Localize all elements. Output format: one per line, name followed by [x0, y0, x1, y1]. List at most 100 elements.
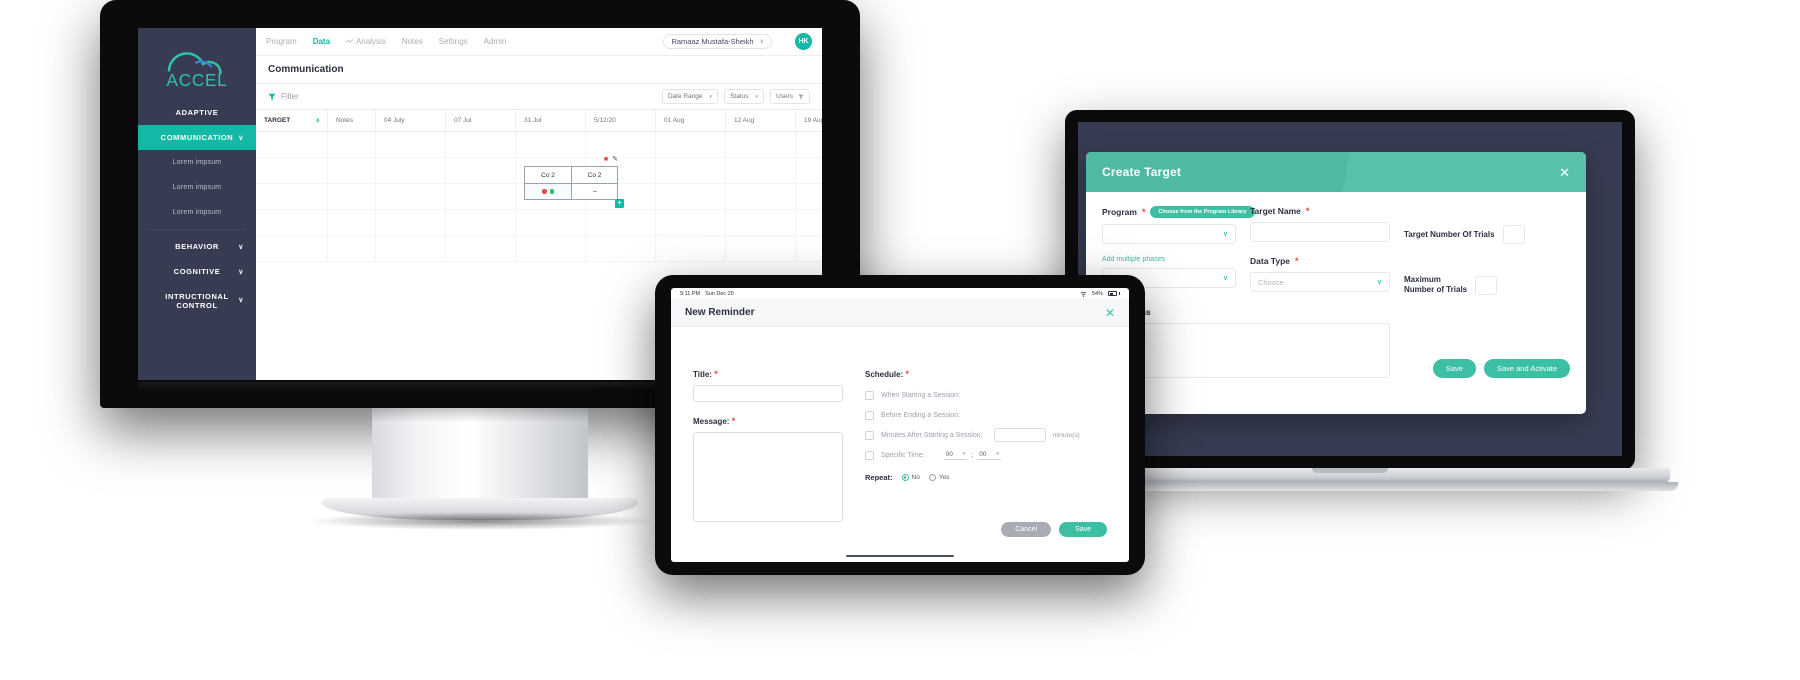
home-indicator[interactable]	[846, 554, 954, 557]
table-cell[interactable]	[376, 184, 446, 209]
save-and-activate-button[interactable]: Save and Activate	[1483, 359, 1570, 378]
column-header-date-2[interactable]: 07 Jul	[446, 110, 516, 131]
sidebar-item-adaptive[interactable]: ADAPTIVE	[138, 100, 256, 125]
schedule-option-specific-time[interactable]: Specific Time: 00 ▾ : 00 ▾	[865, 445, 1107, 465]
table-cell[interactable]	[446, 184, 516, 209]
sidebar-subitem-2[interactable]: Lorem impsum	[138, 175, 256, 200]
table-cell[interactable]	[586, 210, 656, 235]
sidebar-item-cognitive[interactable]: COGNITIVE ∨	[138, 259, 256, 284]
max-trials-input[interactable]	[1475, 275, 1498, 295]
column-header-date-3[interactable]: 31 Jul	[516, 110, 586, 131]
sidebar-subitem-3[interactable]: Lorem impsum	[138, 200, 256, 225]
table-cell[interactable]	[516, 210, 586, 235]
user-menu[interactable]: Ramaaz Mustafa-Sheikh ∨	[663, 34, 772, 49]
table-cell[interactable]	[516, 132, 586, 157]
save-button[interactable]: Save	[1432, 359, 1476, 378]
table-cell[interactable]	[328, 184, 376, 209]
checkbox[interactable]	[865, 430, 874, 440]
table-cell[interactable]	[726, 158, 796, 183]
table-cell[interactable]	[328, 158, 376, 183]
nav-item-data[interactable]: Data	[313, 37, 330, 46]
table-row[interactable]	[256, 236, 822, 262]
nav-item-admin[interactable]: Admin	[484, 37, 507, 46]
table-cell[interactable]	[656, 236, 726, 261]
table-cell[interactable]	[516, 236, 586, 261]
table-cell[interactable]	[726, 236, 796, 261]
sidebar-item-communication[interactable]: COMMUNICATION ∨	[138, 125, 256, 150]
schedule-option-before-ending[interactable]: Before Ending a Session:	[865, 405, 1107, 425]
minutes-input[interactable]	[993, 428, 1046, 442]
selected-cell-group[interactable]: ■ ✎ Co 2 Co 2 +	[524, 156, 624, 208]
table-cell[interactable]	[256, 132, 328, 157]
nav-item-notes[interactable]: Notes	[402, 37, 423, 46]
users-dropdown[interactable]: Users	[770, 89, 810, 104]
table-cell[interactable]	[376, 158, 446, 183]
table-cell[interactable]	[446, 158, 516, 183]
table-cell[interactable]	[256, 158, 328, 183]
checkbox[interactable]	[865, 410, 874, 420]
column-header-notes[interactable]: Notes	[328, 110, 376, 131]
table-cell[interactable]	[376, 210, 446, 235]
table-cell[interactable]	[256, 210, 328, 235]
column-header-date-7[interactable]: 19 Aug	[796, 110, 822, 131]
add-cell-button[interactable]: +	[615, 199, 624, 208]
radio-button[interactable]	[901, 474, 909, 481]
table-cell[interactable]	[726, 184, 796, 209]
add-multiple-phases-link[interactable]: Add multiple phases	[1102, 256, 1236, 263]
table-cell[interactable]	[446, 210, 516, 235]
nav-item-settings[interactable]: Settings	[439, 37, 468, 46]
title-input[interactable]	[693, 385, 843, 402]
save-button[interactable]: Save	[1059, 522, 1107, 537]
target-trials-input[interactable]	[1502, 225, 1525, 244]
table-cell[interactable]	[376, 236, 446, 261]
table-row[interactable]	[256, 132, 822, 158]
column-header-target[interactable]: TARGET ∧	[256, 110, 328, 131]
minute-select[interactable]: 00 ▾	[977, 451, 1002, 460]
column-header-date-6[interactable]: 12 Aug	[726, 110, 796, 131]
sidebar-subitem-1[interactable]: Lorem impsum	[138, 150, 256, 175]
nav-item-analysis[interactable]: Analysis	[346, 37, 386, 46]
close-icon[interactable]: ✕	[1105, 307, 1115, 319]
table-row[interactable]	[256, 210, 822, 236]
filter-toggle[interactable]: Filter	[268, 92, 299, 101]
table-cell[interactable]	[656, 132, 726, 157]
table-cell[interactable]	[328, 210, 376, 235]
choose-program-library-button[interactable]: Choose from the Program Library	[1150, 206, 1255, 218]
table-cell[interactable]	[726, 132, 796, 157]
target-name-input[interactable]	[1250, 222, 1390, 242]
table-cell[interactable]	[656, 210, 726, 235]
table-cell[interactable]	[446, 236, 516, 261]
checkbox[interactable]	[865, 450, 874, 460]
selected-cell-2[interactable]: Co 2	[571, 167, 617, 199]
table-cell[interactable]	[586, 236, 656, 261]
cancel-button[interactable]: Cancel	[1001, 522, 1052, 537]
hour-select[interactable]: 00 ▾	[943, 451, 968, 460]
instructions-textarea[interactable]	[1102, 323, 1390, 378]
checkbox[interactable]	[865, 390, 874, 400]
date-range-dropdown[interactable]: Date Range ▾	[661, 89, 719, 104]
trash-icon[interactable]: ■	[604, 156, 608, 163]
table-cell[interactable]	[656, 158, 726, 183]
data-type-select[interactable]: Choose ∨	[1250, 272, 1390, 292]
radio-button[interactable]	[928, 474, 936, 481]
schedule-option-when-starting[interactable]: When Starting a Session:	[865, 385, 1107, 405]
table-cell[interactable]	[256, 236, 328, 261]
sidebar-item-intructional-control[interactable]: INTRUCTIONAL CONTROL ∨	[138, 284, 256, 318]
column-header-date-1[interactable]: 04 July	[376, 110, 446, 131]
nav-item-program[interactable]: Program	[266, 37, 297, 46]
table-cell[interactable]	[656, 184, 726, 209]
close-icon[interactable]: ✕	[1559, 166, 1570, 179]
table-cell[interactable]	[328, 236, 376, 261]
column-header-date-4[interactable]: 5/12/20	[586, 110, 656, 131]
status-dropdown[interactable]: Status ▾	[724, 89, 765, 104]
table-cell[interactable]	[328, 132, 376, 157]
avatar[interactable]: HK	[795, 33, 812, 50]
table-cell[interactable]	[376, 132, 446, 157]
table-cell[interactable]	[726, 210, 796, 235]
schedule-option-minutes-after[interactable]: Minutes After Starting a Session: minute…	[865, 425, 1107, 445]
pencil-icon[interactable]: ✎	[612, 155, 618, 163]
selected-cell-1[interactable]: Co 2	[525, 167, 571, 199]
table-cell[interactable]	[256, 184, 328, 209]
column-header-date-5[interactable]: 01 Aug	[656, 110, 726, 131]
message-textarea[interactable]	[693, 432, 843, 522]
